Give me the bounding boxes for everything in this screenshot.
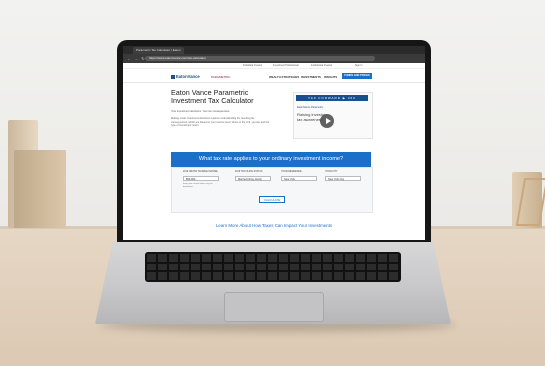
income-note: Enter your income before any tax deducti…: [183, 183, 213, 188]
decor-box-left-front: [14, 150, 66, 228]
nav-insights[interactable]: INSIGHTS: [324, 75, 337, 79]
income-label: 2019 GROSS TAXABLE INCOME: [183, 171, 218, 173]
calculator-panel: [171, 167, 373, 213]
nav-investments[interactable]: INVESTMENTS: [301, 75, 321, 79]
income-input[interactable]: $50,000: [183, 176, 219, 181]
learn-more-link[interactable]: Learn More About How Taxes Can Impact Yo…: [183, 223, 365, 228]
laptop-screen: Parametric Tax Calculator | Eaton ← → ↻ …: [123, 46, 425, 240]
residence-select[interactable]: New York: [281, 176, 317, 181]
eaton-vance-logo[interactable]: EatonVance: [171, 74, 200, 79]
browser-tab[interactable]: Parametric Tax Calculator | Eaton: [133, 47, 184, 54]
filing-status-select[interactable]: Married Filing Jointly: [235, 176, 271, 181]
utility-link[interactable]: Investment Professional: [273, 64, 299, 67]
city-select[interactable]: New York City: [325, 176, 361, 181]
parametric-logo[interactable]: PARAMETRIC: [211, 75, 230, 79]
address-bar[interactable]: https://www.eatonvance.com/tax-calculato…: [145, 56, 375, 61]
nav-arrows-icon[interactable]: ← → ↻: [127, 56, 146, 61]
nav-wealth-strategies[interactable]: WEALTH STRATEGIES: [269, 75, 299, 79]
video-title-bar: TAX FORWARD ▶ 360: [296, 95, 368, 101]
keyboard-keys: [147, 254, 399, 280]
utility-link[interactable]: Individual Investor: [243, 64, 262, 67]
logo-mark-icon: [171, 74, 175, 79]
utility-link[interactable]: Institutional Investor: [311, 64, 332, 67]
logo-text: EatonVance: [176, 74, 200, 79]
filing-status-label: 2019 TAX FILING STATUS: [235, 171, 263, 173]
calculate-button[interactable]: CALCULATE: [259, 196, 285, 203]
play-icon[interactable]: [320, 114, 334, 128]
page-subtitle: Your investment decisions. Your tax cons…: [171, 110, 231, 113]
intro-text: Making smart investment decisions requir…: [171, 117, 270, 128]
page-title: Eaton Vance Parametric Investment Tax Ca…: [171, 88, 254, 105]
residence-label: YOUR RESIDENCE: [281, 171, 302, 173]
laptop-trackpad: [224, 292, 324, 322]
city-label: YOUR CITY: [325, 171, 338, 173]
funds-and-prices-button[interactable]: FUNDS AND PRICES: [342, 72, 372, 79]
video-logos: EatonVance Parametric: [297, 106, 324, 109]
utility-link[interactable]: Sign In: [355, 64, 362, 67]
calculator-heading: What tax rate applies to your ordinary i…: [171, 152, 371, 167]
